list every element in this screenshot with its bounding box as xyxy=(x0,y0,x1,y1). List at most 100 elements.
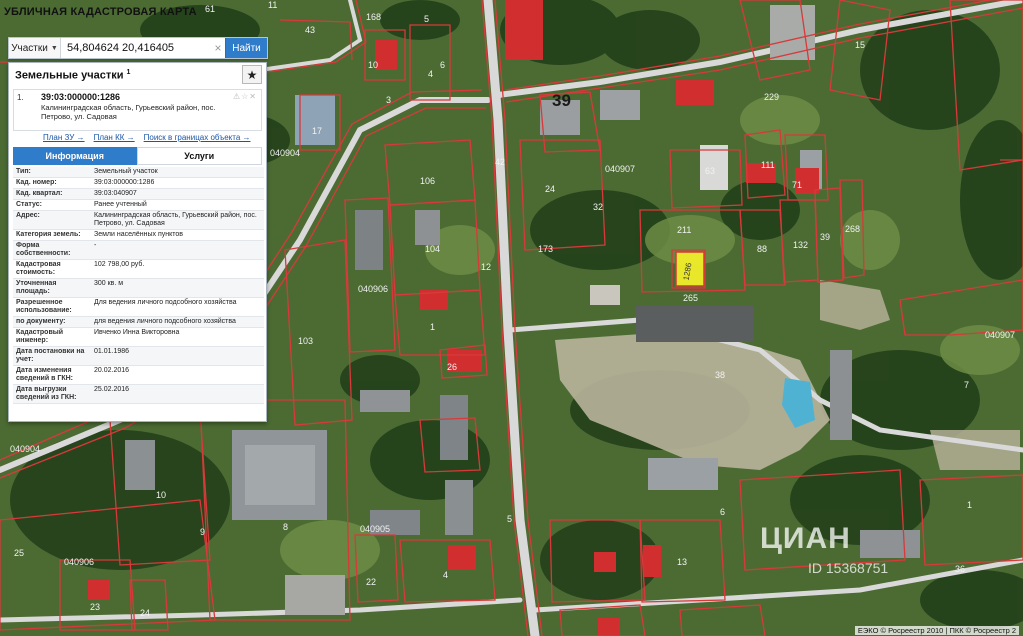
results-panel: Земельные участки 1 ★ 1. 39:03:000000:12… xyxy=(8,62,267,422)
parcel-label: 23 xyxy=(90,602,100,612)
info-value: 01.01.1986 xyxy=(94,348,130,355)
map-title-text: УБЛИЧНАЯ КАДАСТРОВАЯ КАРТА xyxy=(4,6,197,18)
info-value: Ивченко Инна Викторовна xyxy=(94,329,180,336)
quarter-label: 040907 xyxy=(985,330,1015,340)
info-row: Разрешенное использование: Для ведения ли… xyxy=(13,298,264,317)
parcel-label: 32 xyxy=(593,202,603,212)
parcel-label: 211 xyxy=(677,225,691,235)
quarter-label: 040904 xyxy=(270,148,300,158)
tab-information[interactable]: Информация xyxy=(13,147,137,165)
info-value: 25.02.2016 xyxy=(94,386,130,393)
parcel-label: 4 xyxy=(428,69,433,79)
info-row: Кад. номер: 39:03:000000:1286 xyxy=(13,178,264,189)
plan-zu-link[interactable]: План ЗУ → xyxy=(43,133,85,145)
parcel-label: 106 xyxy=(420,176,435,186)
quarter-label: 040906 xyxy=(358,284,388,294)
info-row: Статус: Ранее учтенный xyxy=(13,200,264,211)
info-key: Категория земель: xyxy=(16,231,81,238)
copyright-footer: ЕЭКО © Росреестр 2010 | ПКК © Росреестр … xyxy=(854,626,1019,635)
info-key: по документу: xyxy=(16,318,66,325)
info-value: Земельный участок xyxy=(94,168,158,175)
result-count: 1 xyxy=(126,68,131,76)
parcel-label: 1 xyxy=(967,500,972,510)
info-key: Форма собственности: xyxy=(16,242,71,257)
parcel-label: 268 xyxy=(845,224,860,234)
info-key: Дата выгрузки сведений из ГКН: xyxy=(16,386,77,401)
parcel-label: 24 xyxy=(140,608,150,618)
parcel-label: 24 xyxy=(545,184,555,194)
parcel-label: 15 xyxy=(855,40,865,50)
parcel-label: 132 xyxy=(793,240,808,250)
info-row: Категория земель: Земли населённых пункто… xyxy=(13,230,264,241)
panel-title: Земельные участки 1 xyxy=(15,69,130,82)
search-bar: Участки ▼ × Найти xyxy=(8,37,268,59)
parcel-label: 17 xyxy=(312,126,322,136)
info-value: 39:03:040907 xyxy=(94,190,137,197)
result-item[interactable]: 1. 39:03:000000:1286 Калининградская обл… xyxy=(13,89,262,131)
parcel-label: 36 xyxy=(955,564,965,574)
info-key: Дата постановки на учет: xyxy=(16,348,85,363)
info-row: Адрес: Калининградская область, Гурьевски… xyxy=(13,210,264,230)
result-index: 1. xyxy=(17,93,24,102)
parcel-label: 43 xyxy=(305,25,315,35)
info-row: Уточненная площадь: 300 кв. м xyxy=(13,278,264,298)
info-value: Ранее учтенный xyxy=(94,201,147,208)
parcel-label: 265 xyxy=(683,293,698,303)
parcel-label: 42 xyxy=(495,157,505,167)
search-button[interactable]: Найти xyxy=(225,38,267,58)
parcel-label: 229 xyxy=(764,92,779,102)
parcel-label: 168 xyxy=(366,12,381,22)
tab-services[interactable]: Услуги xyxy=(136,147,262,165)
info-value: для ведения личного подсобного хозяйства xyxy=(94,318,236,325)
panel-tabs: Информация Услуги xyxy=(13,147,262,165)
info-key: Кадастровая стоимость: xyxy=(16,261,61,276)
info-key: Уточненная площадь: xyxy=(16,280,57,295)
parcel-label: 63 xyxy=(705,166,715,176)
info-key: Кад. квартал: xyxy=(16,190,63,197)
info-value: Для ведения личного подсобного хозяйства xyxy=(94,299,237,306)
info-row: Кадастровая стоимость: 102 798,00 руб. xyxy=(13,260,264,279)
plan-kk-link[interactable]: План КК → xyxy=(94,133,135,145)
parcel-label: 5 xyxy=(507,514,512,524)
parcel-label: 6 xyxy=(440,60,445,70)
info-key: Кадастровый инженер: xyxy=(16,329,64,344)
parcel-label: 1 xyxy=(430,322,435,332)
star-icon: ★ xyxy=(246,67,258,82)
search-type-dropdown[interactable]: Участки ▼ xyxy=(9,38,61,58)
parcel-label: 6 xyxy=(720,507,725,517)
favorite-button[interactable]: ★ xyxy=(242,65,262,84)
result-address: Калининградская область, Гурьевский райо… xyxy=(41,103,216,121)
parcel-label: 10 xyxy=(156,490,166,500)
parcel-label: 8 xyxy=(283,522,288,532)
search-input[interactable] xyxy=(61,38,211,58)
quarter-label: 040905 xyxy=(360,524,390,534)
parcel-label: 88 xyxy=(757,244,767,254)
parcel-label: 25 xyxy=(14,548,24,558)
quarter-label: 040906 xyxy=(64,557,94,567)
info-row: Дата выгрузки сведений из ГКН: 25.02.2016 xyxy=(13,384,264,404)
parcel-label: 39 xyxy=(820,232,830,242)
info-key: Дата изменения сведений в ГКН: xyxy=(16,367,73,382)
parcel-label: 61 xyxy=(205,4,215,14)
parcel-label: 26 xyxy=(447,362,457,372)
info-value: 20.02.2016 xyxy=(94,367,130,374)
clear-icon[interactable]: × xyxy=(211,38,225,58)
parcel-label: 3 xyxy=(386,95,391,105)
chevron-down-icon: ▼ xyxy=(50,44,58,52)
quarter-number-label: 39 xyxy=(552,91,571,110)
info-key: Адрес: xyxy=(16,212,40,219)
parcel-label: 111 xyxy=(761,160,775,170)
info-value: 102 798,00 руб. xyxy=(94,261,145,268)
result-tools-icons[interactable]: ⚠☆✕ xyxy=(233,92,257,101)
info-value: Земли населённых пунктов xyxy=(94,231,184,238)
search-in-bounds-link[interactable]: Поиск в границах объекта → xyxy=(144,133,251,145)
quarter-label: 040904 xyxy=(10,444,40,454)
info-key: Кад. номер: xyxy=(16,179,57,186)
map-title: УБЛИЧНАЯ КАДАСТРОВАЯ КАРТА xyxy=(0,6,197,18)
info-value: - xyxy=(94,242,97,249)
info-key: Статус: xyxy=(16,201,42,208)
cian-logo: ЦИАН xyxy=(760,522,851,555)
info-key: Тип: xyxy=(16,168,31,175)
info-row: Дата изменения сведений в ГКН: 20.02.2016 xyxy=(13,366,264,385)
info-row: Кад. квартал: 39:03:040907 xyxy=(13,188,264,200)
